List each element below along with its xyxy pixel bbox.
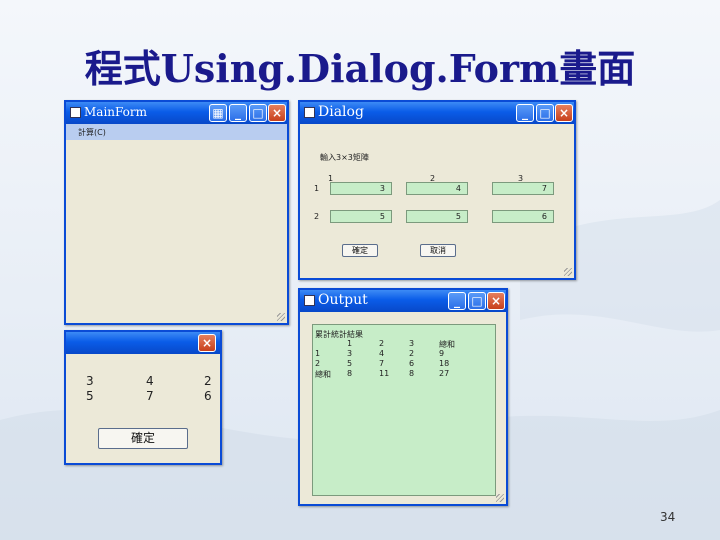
message-box-titlebar[interactable]: × — [66, 332, 220, 354]
resize-grip[interactable] — [496, 494, 504, 502]
output-cell: 3 — [347, 349, 353, 358]
message-value: 6 — [204, 389, 212, 403]
close-icon[interactable]: × — [268, 104, 286, 122]
output-cell: 7 — [379, 359, 385, 368]
close-icon[interactable]: × — [555, 104, 573, 122]
message-value: 2 — [204, 374, 212, 388]
matrix-input[interactable]: 5 — [406, 210, 468, 223]
output-textbox[interactable]: 累計統計結果 1 2 3 總和 1 3 4 2 9 2 5 7 6 18 總和 … — [312, 324, 496, 496]
app-icon — [304, 107, 315, 118]
output-cell: 4 — [379, 349, 385, 358]
output-cell: 總和 — [315, 370, 331, 379]
message-value: 5 — [86, 389, 94, 403]
menu-item-compute[interactable]: 計算(C) — [78, 127, 106, 138]
resize-grip[interactable] — [277, 313, 285, 321]
app-icon — [304, 295, 315, 306]
message-value: 3 — [86, 374, 94, 388]
matrix-input[interactable]: 4 — [406, 182, 468, 195]
app-icon — [70, 107, 81, 118]
dialog-cancel-button[interactable]: 取消 — [420, 244, 456, 257]
close-icon[interactable]: × — [487, 292, 505, 310]
output-cell: 1 — [315, 349, 321, 358]
dialog-title: Dialog — [318, 104, 364, 120]
row-label: 2 — [314, 212, 320, 221]
output-cell: 27 — [439, 369, 450, 378]
slide-title: 程式Using.Dialog.Form畫面 — [84, 46, 636, 91]
table-icon[interactable]: ▦ — [209, 104, 227, 122]
page-number: 34 — [660, 510, 676, 524]
dialog-titlebar[interactable]: Dialog _ □ × — [300, 102, 574, 124]
output-cell: 9 — [439, 349, 445, 358]
output-window: Output _ □ × 累計統計結果 1 2 3 總和 1 3 4 2 9 2… — [298, 288, 508, 506]
minimize-icon[interactable]: _ — [448, 292, 466, 310]
matrix-input[interactable]: 3 — [330, 182, 392, 195]
output-cell: 3 — [409, 339, 415, 348]
minimize-icon[interactable]: _ — [229, 104, 247, 122]
dialog-prompt: 輸入3×3矩陣 — [320, 153, 369, 162]
matrix-input[interactable]: 6 — [492, 210, 554, 223]
output-cell: 1 — [347, 339, 353, 348]
minimize-icon[interactable]: _ — [516, 104, 534, 122]
maximize-icon[interactable]: □ — [249, 104, 267, 122]
output-cell: 2 — [315, 359, 321, 368]
output-heading: 累計統計結果 — [315, 330, 363, 339]
output-cell: 5 — [347, 359, 353, 368]
output-cell: 8 — [347, 369, 353, 378]
close-icon[interactable]: × — [198, 334, 216, 352]
output-cell: 2 — [409, 349, 415, 358]
output-cell: 11 — [379, 369, 390, 378]
main-form-title: MainForm — [84, 105, 148, 119]
menu-bar: 計算(C) — [66, 124, 287, 140]
output-titlebar[interactable]: Output _ □ × — [300, 290, 506, 312]
message-value: 7 — [146, 389, 154, 403]
main-form-titlebar[interactable]: MainForm ▦ _ □ × — [66, 102, 287, 124]
resize-grip[interactable] — [564, 268, 572, 276]
maximize-icon[interactable]: □ — [536, 104, 554, 122]
output-cell: 6 — [409, 359, 415, 368]
output-cell: 2 — [379, 339, 385, 348]
maximize-icon[interactable]: □ — [468, 292, 486, 310]
matrix-input[interactable]: 7 — [492, 182, 554, 195]
dialog-ok-button[interactable]: 確定 — [342, 244, 378, 257]
output-cell: 18 — [439, 359, 450, 368]
matrix-input[interactable]: 5 — [330, 210, 392, 223]
row-label: 1 — [314, 184, 320, 193]
message-value: 4 — [146, 374, 154, 388]
output-title: Output — [318, 292, 368, 308]
output-cell: 8 — [409, 369, 415, 378]
dialog-window: Dialog _ □ × 輸入3×3矩陣 1 2 3 1 2 3 4 7 5 5… — [298, 100, 576, 280]
main-form-window: MainForm ▦ _ □ × 計算(C) — [64, 100, 289, 325]
message-box-window: × 3 4 2 5 7 6 確定 — [64, 330, 222, 465]
message-ok-button[interactable]: 確定 — [98, 428, 188, 449]
